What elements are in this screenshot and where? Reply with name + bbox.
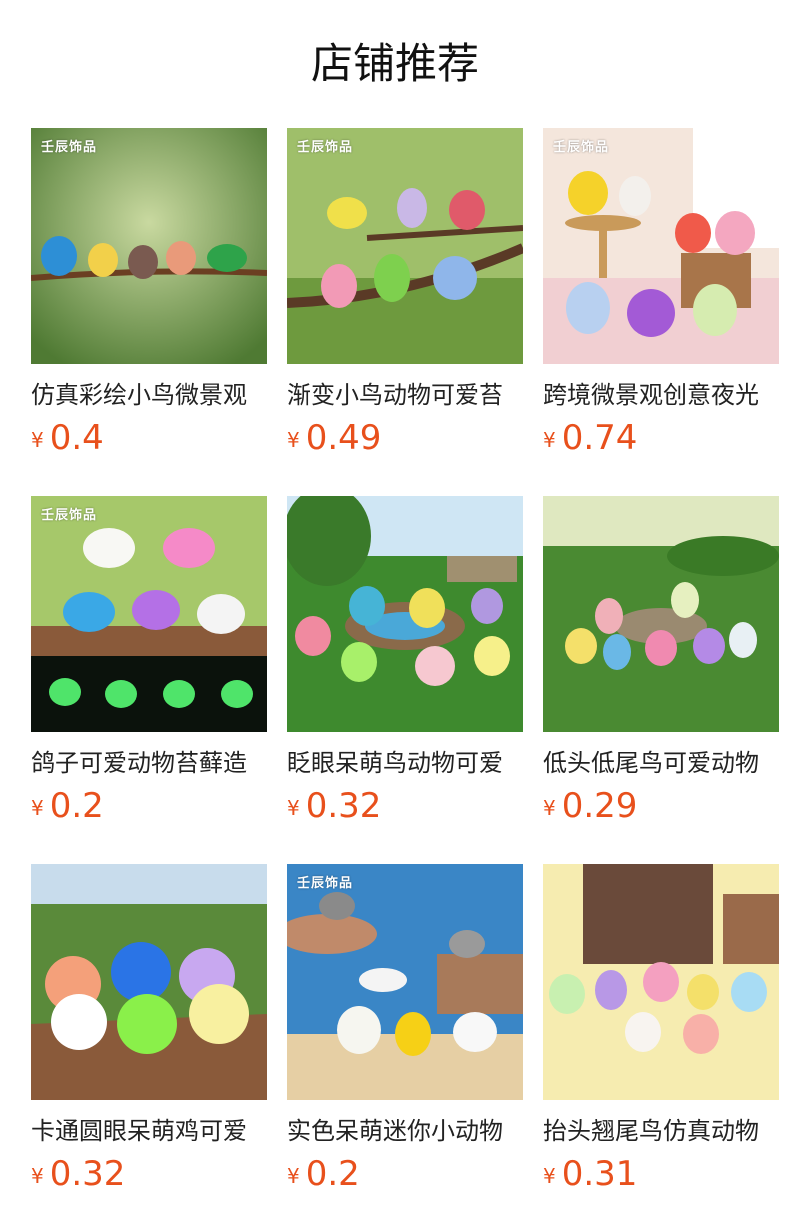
product-card[interactable]: 卡通圆眼呆萌鸡可爱 ¥0.32 — [31, 864, 267, 1196]
product-price: ¥0.32 — [287, 786, 523, 828]
product-name[interactable]: 抬头翘尾鸟仿真动物 — [543, 1114, 779, 1148]
brand-watermark: 壬辰饰品 — [297, 140, 354, 155]
product-grid: 壬辰饰品 仿真彩绘小鸟微景观 ¥0.4 壬辰饰品 渐变小鸟动物可爱苔 ¥0.49 — [0, 0, 790, 1232]
product-card[interactable]: 抬头翘尾鸟仿真动物 ¥0.31 — [543, 864, 779, 1196]
product-image[interactable]: 壬辰饰品 — [287, 128, 523, 364]
price-value: 0.29 — [561, 786, 638, 826]
price-value: 0.4 — [49, 418, 104, 458]
product-price: ¥0.49 — [287, 418, 523, 460]
product-card[interactable]: 低头低尾鸟可爱动物 ¥0.29 — [543, 496, 779, 828]
currency-symbol: ¥ — [543, 796, 556, 820]
product-name[interactable]: 卡通圆眼呆萌鸡可爱 — [31, 1114, 267, 1148]
product-card[interactable]: 壬辰饰品 鸽子可爱动物苔藓造 ¥0.2 — [31, 496, 267, 828]
product-price: ¥0.32 — [31, 1154, 267, 1196]
price-value: 0.49 — [305, 418, 382, 458]
product-card[interactable]: 壬辰饰品 跨境微景观创意夜光 ¥0.74 — [543, 128, 779, 460]
brand-watermark: 壬辰饰品 — [41, 140, 98, 155]
product-price: ¥0.74 — [543, 418, 779, 460]
product-name[interactable]: 实色呆萌迷你小动物 — [287, 1114, 523, 1148]
product-card[interactable]: 壬辰饰品 仿真彩绘小鸟微景观 ¥0.4 — [31, 128, 267, 460]
product-price: ¥0.4 — [31, 418, 267, 460]
brand-watermark: 壬辰饰品 — [297, 876, 354, 891]
product-name[interactable]: 跨境微景观创意夜光 — [543, 378, 779, 412]
product-image[interactable] — [287, 496, 523, 732]
currency-symbol: ¥ — [287, 796, 300, 820]
currency-symbol: ¥ — [31, 796, 44, 820]
product-name[interactable]: 低头低尾鸟可爱动物 — [543, 746, 779, 780]
product-image[interactable] — [543, 496, 779, 732]
price-value: 0.32 — [49, 1154, 126, 1194]
product-price: ¥0.31 — [543, 1154, 779, 1196]
price-value: 0.74 — [561, 418, 638, 458]
product-image[interactable]: 壬辰饰品 — [543, 128, 779, 364]
currency-symbol: ¥ — [543, 1164, 556, 1188]
product-image[interactable]: 壬辰饰品 — [31, 128, 267, 364]
product-name[interactable]: 渐变小鸟动物可爱苔 — [287, 378, 523, 412]
price-value: 0.2 — [305, 1154, 360, 1194]
price-value: 0.32 — [305, 786, 382, 826]
price-value: 0.2 — [49, 786, 104, 826]
product-name[interactable]: 鸽子可爱动物苔藓造 — [31, 746, 267, 780]
product-price: ¥0.2 — [287, 1154, 523, 1196]
product-name[interactable]: 仿真彩绘小鸟微景观 — [31, 378, 267, 412]
product-image[interactable]: 壬辰饰品 — [287, 864, 523, 1100]
price-value: 0.31 — [561, 1154, 638, 1194]
product-card[interactable]: 壬辰饰品 渐变小鸟动物可爱苔 ¥0.49 — [287, 128, 523, 460]
currency-symbol: ¥ — [287, 1164, 300, 1188]
product-image[interactable]: 壬辰饰品 — [31, 496, 267, 732]
brand-watermark: 壬辰饰品 — [41, 508, 98, 523]
product-card[interactable]: 眨眼呆萌鸟动物可爱 ¥0.32 — [287, 496, 523, 828]
product-image[interactable] — [543, 864, 779, 1100]
product-card[interactable]: 壬辰饰品 实色呆萌迷你小动物 ¥0.2 — [287, 864, 523, 1196]
product-image[interactable] — [31, 864, 267, 1100]
product-price: ¥0.2 — [31, 786, 267, 828]
product-price: ¥0.29 — [543, 786, 779, 828]
currency-symbol: ¥ — [287, 428, 300, 452]
currency-symbol: ¥ — [31, 1164, 44, 1188]
currency-symbol: ¥ — [31, 428, 44, 452]
brand-watermark: 壬辰饰品 — [553, 140, 610, 155]
product-name[interactable]: 眨眼呆萌鸟动物可爱 — [287, 746, 523, 780]
currency-symbol: ¥ — [543, 428, 556, 452]
